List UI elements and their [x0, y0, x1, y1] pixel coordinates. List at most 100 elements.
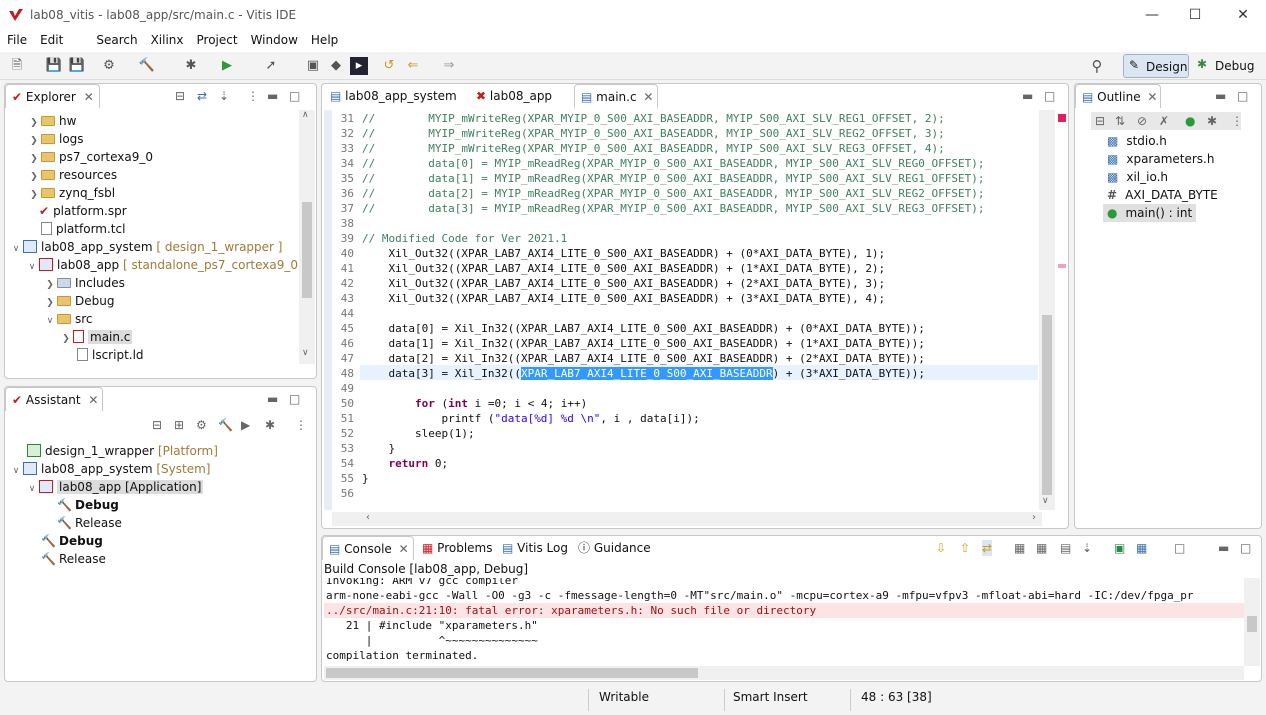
tab-problems[interactable]: ▦ Problems	[416, 536, 496, 560]
save-icon[interactable]: 💾	[45, 57, 63, 75]
expand-icon[interactable]: ⊞	[174, 417, 184, 433]
tab-assistant[interactable]: ✔ Assistant ✕	[5, 387, 103, 411]
menu-window[interactable]: Window	[244, 30, 304, 47]
tree-item-lscript[interactable]: lscript.ld	[75, 346, 144, 364]
run-icon[interactable]: ▶	[218, 57, 236, 75]
hide-static-icon[interactable]: ✗	[1159, 113, 1169, 129]
scroll-thumb[interactable]	[326, 668, 698, 678]
run-icon[interactable]: ▶	[241, 417, 250, 433]
menu-edit[interactable]: Edit	[33, 30, 69, 47]
save-all-icon[interactable]: 💾	[68, 57, 86, 75]
assistant-item-platform[interactable]: design_1_wrapper [Platform]	[25, 442, 218, 460]
tab-lab08-app-system[interactable]: ▤ lab08_app_system	[324, 84, 464, 108]
hide-nonpublic-icon[interactable]: ●	[1185, 113, 1195, 129]
clear-console-icon[interactable]: ▤	[1060, 540, 1071, 556]
close-icon[interactable]: ✕	[643, 90, 653, 104]
scroll-thumb[interactable]	[302, 202, 312, 298]
maximize-button[interactable]: ☐	[1180, 4, 1210, 26]
last-edit-icon[interactable]: ↺	[380, 57, 398, 75]
debug-icon[interactable]: ✱	[265, 417, 275, 433]
minimize-button[interactable]: —	[1137, 4, 1167, 26]
tab-explorer[interactable]: ✔ Explorer ✕	[5, 84, 100, 108]
external-tools-icon[interactable]: ➚	[262, 57, 280, 75]
tab-console[interactable]: ▤ Console ✕	[322, 536, 414, 560]
console-icon[interactable]: ▸	[350, 57, 368, 75]
search-icon[interactable]: ⚲	[1088, 57, 1106, 75]
tab-guidance[interactable]: ⓘ Guidance	[572, 536, 656, 560]
collapse-icon[interactable]: ⊟	[152, 417, 162, 433]
outline-item-stdio[interactable]: ▩ stdio.h	[1107, 132, 1167, 150]
debug-perspective-button[interactable]: ✱ Debug	[1195, 54, 1255, 78]
outline-item-axi-data-byte[interactable]: # AXI_DATA_BYTE	[1107, 186, 1218, 204]
tree-item-hw[interactable]: ❯ hw	[29, 112, 76, 130]
scroll-thumb[interactable]	[1042, 315, 1052, 495]
menu-file[interactable]: File	[0, 30, 33, 47]
minimize-view-icon[interactable]: ▬	[1215, 88, 1226, 104]
minimize-view-icon[interactable]: ▬	[1218, 540, 1229, 556]
open-console-icon[interactable]: ▣	[1114, 540, 1125, 556]
code-editor[interactable]: 31 // MYIP_mWriteReg(XPAR_MYIP_0_S00_AXI_…	[332, 112, 1040, 512]
outline-item-main[interactable]: ● main() : int	[1103, 204, 1197, 222]
back-arrow-icon[interactable]: ⇐	[404, 57, 422, 75]
assistant-item-system[interactable]: ∨ lab08_app_system [System]	[11, 460, 211, 478]
tree-item-resources[interactable]: ❯ resources	[29, 166, 117, 184]
console-output[interactable]: Invoking: ARM v7 gcc compiler arm-none-e…	[324, 578, 1244, 666]
explorer-scrollbar[interactable]: ∧ ∨	[299, 110, 315, 364]
group-icon[interactable]: ✱	[1207, 113, 1217, 129]
view-menu-icon[interactable]: ⋮	[295, 417, 307, 433]
build-hammer-icon[interactable]: 🔨	[218, 417, 233, 433]
tree-item-ps7[interactable]: ❯ ps7_cortexa9_0	[29, 148, 153, 166]
tab-lab08-app[interactable]: ✖ lab08_app	[470, 84, 570, 108]
editor-scrollbar[interactable]: ∨	[1039, 110, 1055, 510]
terminal-icon[interactable]: ▣	[304, 57, 322, 75]
scroll-left-icon[interactable]: ‹	[366, 512, 370, 523]
display-console-icon[interactable]: ▦	[1136, 540, 1147, 556]
tab-outline[interactable]: ▤ Outline ✕	[1075, 84, 1161, 108]
tree-item-platform-spr[interactable]: ✔ platform.spr	[39, 202, 127, 220]
assistant-item-application[interactable]: ∨ lab08_app [Application]	[27, 478, 204, 496]
error-overview-marker[interactable]	[1058, 114, 1066, 122]
maximize-view-icon[interactable]: □	[1237, 88, 1248, 104]
tree-item-platform-tcl[interactable]: platform.tcl	[39, 220, 125, 238]
scroll-up-icon[interactable]: ∧	[302, 110, 309, 120]
menu-xilinx[interactable]: Xilinx	[144, 30, 190, 47]
maximize-view-icon[interactable]: □	[1044, 88, 1055, 104]
link-editor-icon[interactable]: ⇄	[197, 88, 207, 104]
close-icon[interactable]: ✕	[1147, 90, 1157, 104]
filter-icon[interactable]: ⇣	[219, 88, 229, 104]
close-icon[interactable]: ✕	[399, 542, 409, 556]
hide-fields-icon[interactable]: ⊘	[1137, 113, 1147, 129]
view-menu-icon[interactable]: ⋮	[247, 88, 259, 104]
new-console-icon[interactable]: □	[1174, 540, 1185, 556]
design-perspective-button[interactable]: ✎ Design	[1123, 54, 1189, 78]
menu-help[interactable]: Help	[304, 30, 344, 47]
menu-search[interactable]: Search	[89, 30, 143, 47]
tab-main-c[interactable]: ▤ main.c ✕	[574, 84, 658, 108]
close-icon[interactable]: ✕	[84, 90, 94, 104]
minimize-view-icon[interactable]: ▬	[1022, 88, 1033, 104]
maximize-view-icon[interactable]: □	[289, 391, 300, 407]
program-fpga-icon[interactable]: ◆	[327, 57, 345, 75]
tree-item-lab08-app-system[interactable]: ∨ lab08_app_system [ design_1_wrapper ]	[11, 238, 282, 256]
assistant-item-sys-release[interactable]: 🔨 Release	[41, 550, 106, 568]
forward-arrow-icon[interactable]: ⇒	[440, 57, 458, 75]
outline-item-xparameters[interactable]: ▩ xparameters.h	[1107, 150, 1214, 168]
settings-gear-icon[interactable]: ⚙	[196, 417, 207, 433]
word-wrap-icon[interactable]: ▦	[1014, 540, 1025, 556]
scroll-down-icon[interactable]: ⇩	[936, 540, 946, 556]
scroll-right-icon[interactable]: ›	[1032, 512, 1036, 523]
build-settings-icon[interactable]: ⚙	[100, 57, 118, 75]
scroll-up-icon[interactable]: ⇧	[960, 540, 970, 556]
close-button[interactable]: ✕	[1228, 4, 1258, 26]
overview-marker[interactable]	[1058, 264, 1066, 268]
pin-icon[interactable]: ▦	[1036, 540, 1047, 556]
editor-hscrollbar[interactable]: ‹ ›	[332, 512, 1042, 526]
menu-project[interactable]: Project	[190, 30, 244, 47]
tree-item-zynq-fsbl[interactable]: ❯ zynq_fsbl	[29, 184, 115, 202]
maximize-view-icon[interactable]: □	[1240, 540, 1251, 556]
scroll-lock-icon[interactable]: ⇄	[982, 540, 993, 556]
assistant-item-sys-debug[interactable]: 🔨 Debug	[41, 532, 103, 550]
tree-item-includes[interactable]: ❯ Includes	[45, 274, 125, 292]
sort-icon[interactable]: ⇅	[1115, 113, 1125, 129]
tree-item-lab08-app[interactable]: ∨ lab08_app [ standalone_ps7_cortexa9_0 ]	[27, 256, 307, 274]
